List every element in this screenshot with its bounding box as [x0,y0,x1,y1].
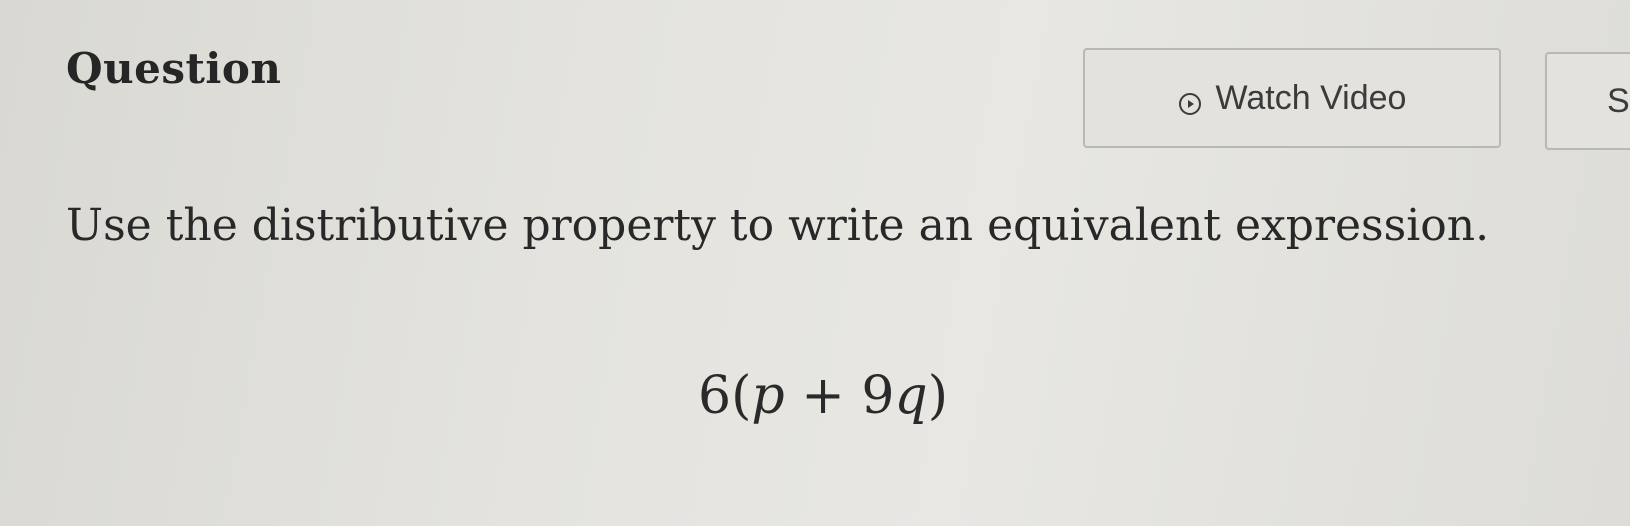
expression-variable-q: q [894,366,928,426]
question-heading: Question [66,44,282,93]
question-page: Question Watch Video S Use the distribut… [0,0,1630,526]
watch-video-label: Watch Video [1215,78,1407,117]
watch-video-button[interactable]: Watch Video [1083,48,1501,148]
question-prompt: Use the distributive property to write a… [66,200,1490,251]
expression-close-paren: ) [927,366,949,426]
math-expression: 6(p + 9q) [698,366,948,426]
expression-operator: + [784,366,862,426]
partial-side-button[interactable]: S [1545,52,1630,150]
partial-side-button-label: S [1607,81,1630,120]
expression-coefficient: 6 [698,366,732,426]
expression-variable-p: p [751,366,785,426]
play-circle-icon [1178,86,1202,115]
expression-open-paren: ( [731,366,752,426]
expression-term-coefficient: 9 [861,366,895,426]
